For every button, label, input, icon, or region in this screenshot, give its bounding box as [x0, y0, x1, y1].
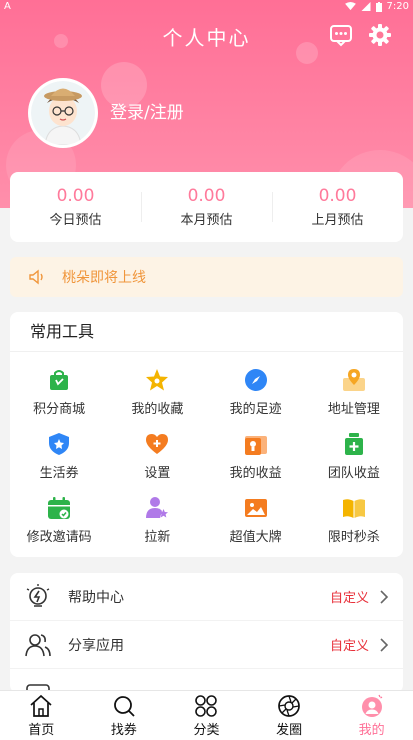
tool-flash-sale[interactable]: 限时秒杀 — [305, 488, 403, 552]
camera-aperture-icon — [278, 694, 300, 717]
tool-invite-new[interactable]: 拉新 — [108, 488, 206, 552]
tool-points-mall[interactable]: 积分商城 — [10, 360, 108, 424]
battery-icon — [375, 1, 382, 12]
tool-life-coupon[interactable]: 生活券 — [10, 424, 108, 488]
tool-edit-invite-code[interactable]: 修改邀请码 — [10, 488, 108, 552]
users-icon — [25, 633, 51, 656]
tool-label: 设置 — [144, 465, 171, 481]
lightbulb-icon — [26, 583, 50, 607]
login-register-link[interactable]: 登录/注册 — [110, 98, 184, 123]
user-star-icon — [146, 496, 169, 518]
tab-moments[interactable]: 发圈 — [248, 691, 331, 740]
menu-label: 帮助中心 — [68, 589, 124, 606]
medicine-bottle-icon — [344, 432, 363, 455]
chevron-right-icon — [380, 589, 389, 604]
notice-bar[interactable]: 桃朵即将上线 — [10, 257, 403, 297]
chevron-right-icon — [380, 637, 389, 652]
tab-label: 分类 — [193, 722, 220, 738]
message-icon[interactable] — [328, 22, 354, 48]
menu-tag: 自定义 — [329, 639, 369, 654]
tool-settings[interactable]: 设置 — [108, 424, 206, 488]
tool-label: 超值大牌 — [229, 529, 282, 545]
tool-address[interactable]: 地址管理 — [305, 360, 403, 424]
status-bar: A 7:20 — [0, 0, 413, 14]
stat-last-month[interactable]: 0.00 上月预估 — [272, 172, 403, 242]
stat-value: 0.00 — [187, 186, 226, 206]
menu-label: 分享应用 — [68, 637, 124, 654]
tool-label: 地址管理 — [327, 401, 380, 417]
picture-icon — [244, 498, 267, 517]
shopping-bag-icon — [50, 369, 69, 390]
signal-icon — [361, 2, 371, 11]
tool-label: 积分商城 — [33, 401, 86, 417]
stat-value: 0.00 — [318, 186, 357, 206]
tool-label: 我的收藏 — [131, 401, 184, 417]
tool-favorites[interactable]: 我的收藏 — [108, 360, 206, 424]
avatar-image — [31, 81, 95, 145]
tool-label: 我的收益 — [229, 465, 282, 481]
tool-label: 限时秒杀 — [327, 529, 380, 545]
shield-star-icon — [49, 432, 70, 455]
home-icon — [30, 694, 52, 717]
speaker-icon — [29, 269, 43, 285]
wallet-icon — [244, 435, 267, 455]
menu-item-help-center[interactable]: 帮助中心 自定义 — [10, 573, 403, 621]
tool-team-earnings[interactable]: 团队收益 — [305, 424, 403, 488]
status-time: 7:20 — [386, 1, 409, 12]
compass-icon — [244, 368, 267, 391]
menu-tag: 自定义 — [329, 591, 369, 606]
earnings-summary: 0.00 今日预估 0.00 本月预估 0.00 上月预估 — [10, 172, 403, 242]
stat-today[interactable]: 0.00 今日预估 — [10, 172, 141, 242]
tab-label: 发圈 — [276, 722, 303, 738]
wifi-icon — [344, 2, 356, 11]
tool-footprints[interactable]: 我的足迹 — [207, 360, 305, 424]
section-title: 常用工具 — [10, 312, 403, 352]
stat-this-month[interactable]: 0.00 本月预估 — [141, 172, 272, 242]
tool-label: 修改邀请码 — [26, 529, 92, 545]
tab-find-coupons[interactable]: 找券 — [83, 691, 166, 740]
search-icon — [113, 695, 135, 717]
tab-label: 找券 — [110, 722, 137, 738]
tab-home[interactable]: 首页 — [0, 691, 83, 740]
stat-value: 0.00 — [56, 186, 95, 206]
heart-plus-icon — [146, 433, 169, 454]
profile-icon — [361, 694, 383, 717]
avatar[interactable] — [28, 78, 98, 148]
tab-label: 我的 — [358, 722, 385, 738]
status-indicator: A — [4, 1, 11, 12]
bottom-tab-bar: 首页 找券 分类 发圈 我的 — [0, 690, 413, 740]
tool-label: 生活券 — [39, 465, 79, 481]
tool-label: 我的足迹 — [229, 401, 282, 417]
menu-item-share-app[interactable]: 分享应用 自定义 — [10, 621, 403, 669]
tool-big-brands[interactable]: 超值大牌 — [207, 488, 305, 552]
common-tools-panel: 常用工具 积分商城 我的收藏 我的足迹 地址管理 生活券 设置 我的收益 团队收… — [10, 312, 403, 557]
tool-my-earnings[interactable]: 我的收益 — [207, 424, 305, 488]
stat-label: 今日预估 — [49, 213, 102, 228]
notice-text: 桃朵即将上线 — [62, 270, 146, 286]
menu-list: 帮助中心 自定义 分享应用 自定义 — [10, 573, 403, 693]
star-icon — [146, 368, 169, 390]
map-pin-icon — [342, 368, 365, 391]
calendar-check-icon — [48, 496, 71, 519]
tab-categories[interactable]: 分类 — [165, 691, 248, 740]
category-icon — [195, 694, 218, 717]
book-icon — [342, 498, 365, 518]
stat-label: 上月预估 — [311, 213, 364, 228]
tab-mine[interactable]: 我的 — [330, 691, 413, 740]
tool-label: 拉新 — [144, 529, 171, 545]
tab-label: 首页 — [28, 722, 55, 738]
stat-label: 本月预估 — [180, 213, 233, 228]
tool-label: 团队收益 — [327, 465, 380, 481]
gear-icon[interactable] — [367, 22, 393, 48]
